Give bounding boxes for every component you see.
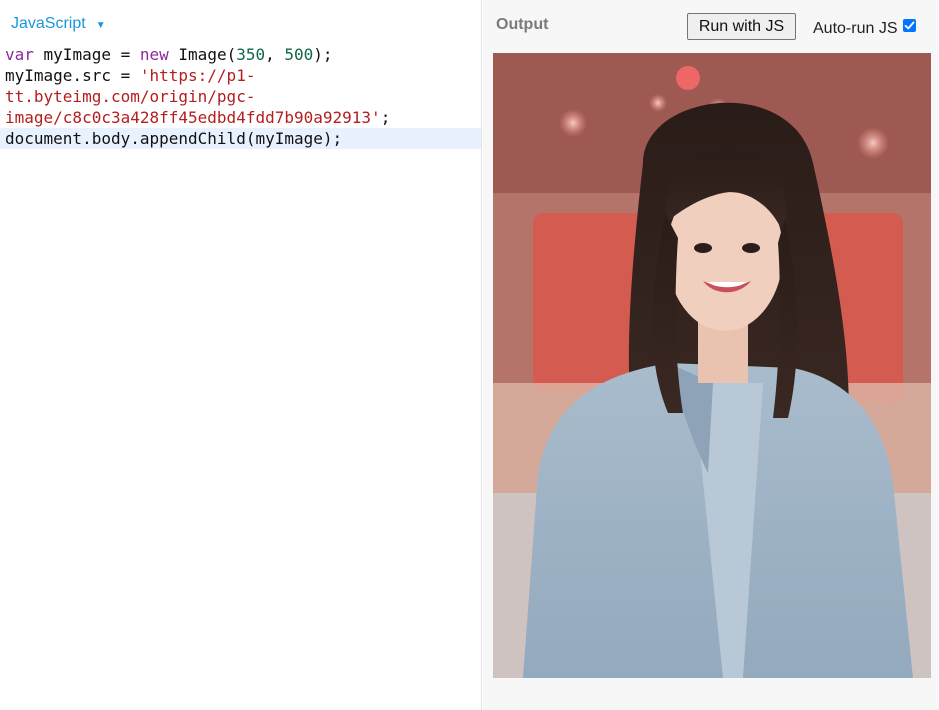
code-token: myImage.src = (5, 66, 140, 85)
code-token: var (5, 45, 34, 64)
language-label: JavaScript (11, 15, 86, 32)
output-label: Output (496, 16, 549, 33)
code-token: ); (313, 45, 333, 64)
code-token: 'https://p1- (139, 66, 256, 85)
caret-down-icon: ▼ (95, 19, 106, 31)
code-token: tt.byteimg.com/origin/pgc- (5, 87, 256, 106)
code-token: Image( (168, 45, 237, 64)
editor-pane: JavaScript ▼ var myImage = new Image(350… (0, 0, 482, 710)
run-with-js-button[interactable]: Run with JS (687, 13, 796, 40)
code-editor[interactable]: var myImage = new Image(350, 500); myImag… (0, 44, 481, 149)
language-selector[interactable]: JavaScript ▼ (11, 14, 106, 34)
code-token: new (139, 45, 169, 64)
code-token: document.body.appendChild(myImage); (5, 129, 343, 148)
portrait-photo (493, 53, 931, 678)
output-pane: Output Run with JS Auto-run JS (483, 0, 939, 710)
code-token: ; (380, 108, 391, 127)
code-line[interactable]: myImage.src = 'https://p1- (0, 65, 481, 86)
code-token: myImage = (33, 45, 140, 64)
code-token: image/c8c0c3a428ff45edbd4fdd7b90a92913' (5, 108, 381, 127)
code-line[interactable]: var myImage = new Image(350, 500); (0, 44, 481, 65)
autorun-label: Auto-run JS (813, 20, 898, 37)
code-line[interactable]: document.body.appendChild(myImage); (0, 128, 481, 149)
code-token: 350 (236, 45, 266, 64)
rendered-image (493, 53, 931, 678)
output-frame (493, 53, 931, 678)
check-icon (905, 21, 915, 29)
autorun-checkbox[interactable] (903, 18, 917, 32)
code-line[interactable]: tt.byteimg.com/origin/pgc- (0, 86, 481, 107)
autorun-toggle[interactable]: Auto-run JS (813, 14, 917, 38)
code-line[interactable]: image/c8c0c3a428ff45edbd4fdd7b90a92913'; (0, 107, 481, 128)
js-playground: JavaScript ▼ var myImage = new Image(350… (0, 0, 939, 710)
code-token: 500 (284, 45, 314, 64)
code-token: , (265, 45, 285, 64)
